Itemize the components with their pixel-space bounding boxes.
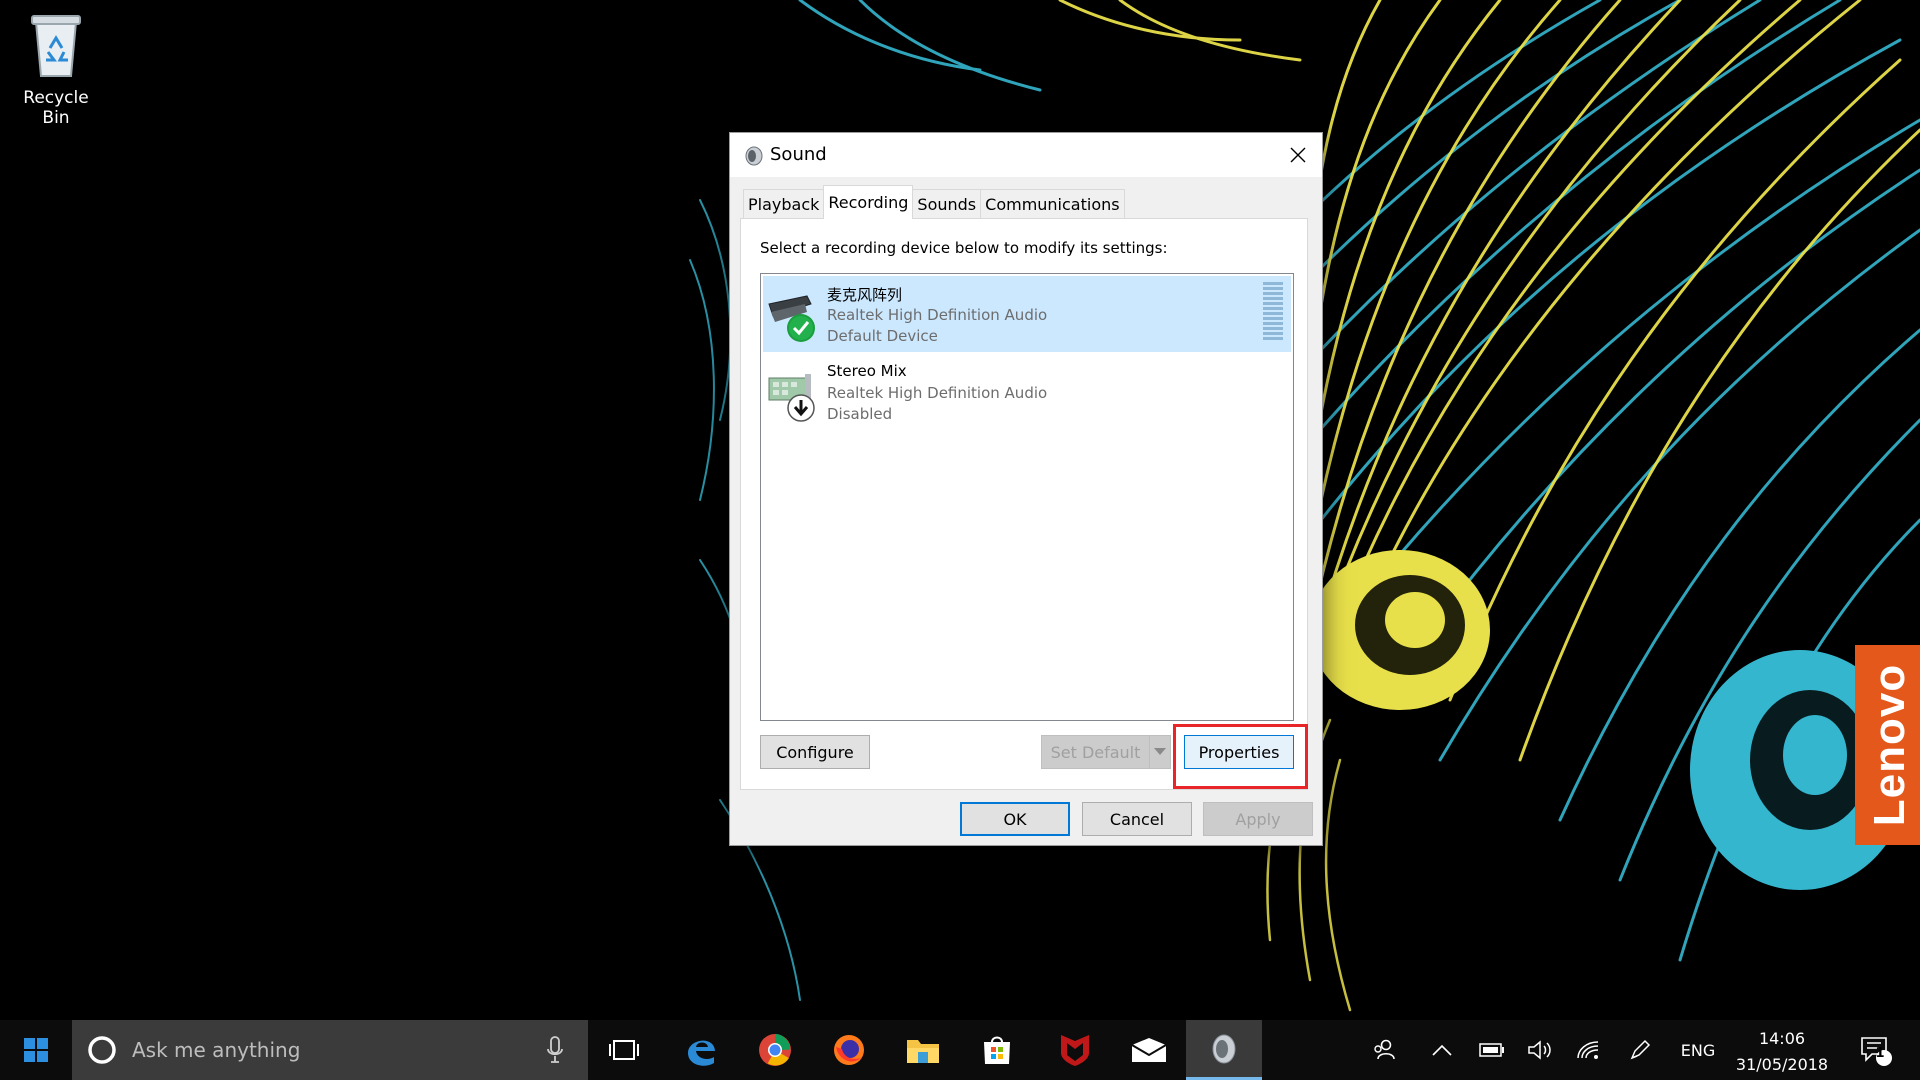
time-label: 14:06 — [1758, 1029, 1806, 1048]
apply-button[interactable]: Apply — [1203, 802, 1313, 836]
taskbar: Ask me anything ENG 14:06 31/05/2018 1 — [0, 1020, 1920, 1080]
taskbar-store[interactable] — [960, 1020, 1034, 1080]
highlight-box — [1173, 724, 1308, 789]
device-item-stereo-mix[interactable]: Stereo Mix Realtek High Definition Audio… — [763, 354, 1291, 430]
people-icon — [1374, 1039, 1395, 1060]
notification-badge: 1 — [1875, 1046, 1885, 1061]
chevron-down-icon — [1154, 748, 1166, 755]
sound-dialog: Sound Playback Recording Sounds Communic… — [729, 132, 1323, 846]
device-driver: Realtek High Definition Audio — [827, 306, 1048, 324]
show-hidden-icons-button[interactable] — [1422, 1020, 1462, 1080]
taskbar-file-explorer[interactable] — [886, 1020, 960, 1080]
taskbar-chrome[interactable] — [738, 1020, 812, 1080]
input-language-button[interactable]: ENG — [1672, 1020, 1724, 1080]
tab-recording[interactable]: Recording — [823, 185, 914, 219]
search-placeholder: Ask me anything — [132, 1038, 301, 1062]
tab-sounds[interactable]: Sounds — [912, 189, 982, 219]
device-status: Disabled — [827, 405, 893, 423]
edge-icon — [688, 1040, 715, 1066]
taskbar-mcafee[interactable] — [1038, 1020, 1112, 1080]
instruction-text: Select a recording device below to modif… — [760, 239, 1168, 257]
cortana-icon — [88, 1036, 116, 1064]
clock[interactable]: 14:06 31/05/2018 — [1728, 1026, 1836, 1078]
recording-panel: Select a recording device below to modif… — [740, 218, 1308, 790]
tab-playback[interactable]: Playback — [743, 189, 825, 219]
mail-icon — [1131, 1038, 1167, 1062]
action-center-button[interactable]: 1 — [1846, 1020, 1906, 1080]
device-name: 麦克风阵列 — [827, 286, 903, 304]
recycle-bin[interactable]: Recycle Bin — [8, 8, 104, 128]
ok-button[interactable]: OK — [960, 802, 1070, 836]
recycle-bin-icon — [31, 15, 81, 77]
lenovo-logo: Lenovo — [1855, 645, 1920, 845]
battery-button[interactable] — [1472, 1020, 1512, 1080]
microphone-array-icon — [768, 295, 815, 342]
windows-logo-icon — [24, 1038, 48, 1062]
tab-communications[interactable]: Communications — [980, 189, 1125, 219]
search-box[interactable]: Ask me anything — [72, 1020, 588, 1080]
taskbar-edge[interactable] — [664, 1020, 738, 1080]
close-button[interactable] — [1274, 133, 1322, 177]
language-label: ENG — [1680, 1040, 1716, 1060]
battery-icon — [1479, 1043, 1504, 1057]
wifi-icon — [1577, 1041, 1599, 1059]
configure-button[interactable]: Configure — [760, 735, 870, 769]
people-button[interactable] — [1364, 1020, 1404, 1080]
level-meter — [1263, 282, 1283, 340]
chrome-icon — [759, 1033, 791, 1066]
network-button[interactable] — [1568, 1020, 1608, 1080]
chevron-up-icon — [1432, 1044, 1452, 1056]
taskbar-firefox[interactable] — [812, 1020, 886, 1080]
task-view-icon — [609, 1040, 639, 1060]
set-default-dropdown[interactable] — [1149, 735, 1171, 769]
firefox-icon — [834, 1035, 864, 1065]
set-default-button[interactable]: Set Default — [1041, 735, 1149, 769]
taskbar-sound-app[interactable] — [1186, 1020, 1262, 1080]
tab-strip: Playback Recording Sounds Communications — [743, 185, 1125, 219]
volume-button[interactable] — [1520, 1020, 1560, 1080]
taskbar-mail[interactable] — [1112, 1020, 1186, 1080]
cancel-button[interactable]: Cancel — [1082, 802, 1192, 836]
device-status: Default Device — [827, 327, 938, 345]
recycle-bin-label: Recycle Bin — [23, 88, 89, 128]
volume-icon — [1528, 1040, 1551, 1060]
dialog-title: Sound — [770, 144, 827, 165]
pen-icon — [1630, 1039, 1651, 1060]
speaker-icon — [745, 146, 763, 166]
lenovo-logo-text: Lenovo — [1865, 663, 1914, 827]
device-item-microphone-array[interactable]: 麦克风阵列 Realtek High Definition Audio Defa… — [763, 276, 1291, 352]
folder-icon — [907, 1040, 939, 1063]
task-view-button[interactable] — [596, 1020, 652, 1080]
speaker-icon — [1212, 1034, 1236, 1064]
pen-workspace-button[interactable] — [1620, 1020, 1660, 1080]
device-driver: Realtek High Definition Audio — [827, 384, 1048, 402]
title-bar[interactable]: Sound — [730, 133, 1322, 177]
device-name: Stereo Mix — [827, 362, 907, 380]
close-icon — [1290, 147, 1306, 163]
start-button[interactable] — [0, 1020, 72, 1080]
mcafee-shield-icon — [1061, 1035, 1089, 1066]
store-icon — [984, 1036, 1010, 1064]
microphone-icon[interactable] — [546, 1036, 564, 1064]
device-list[interactable]: 麦克风阵列 Realtek High Definition Audio Defa… — [760, 273, 1294, 721]
date-label: 31/05/2018 — [1735, 1055, 1829, 1074]
sound-card-icon — [768, 374, 815, 422]
